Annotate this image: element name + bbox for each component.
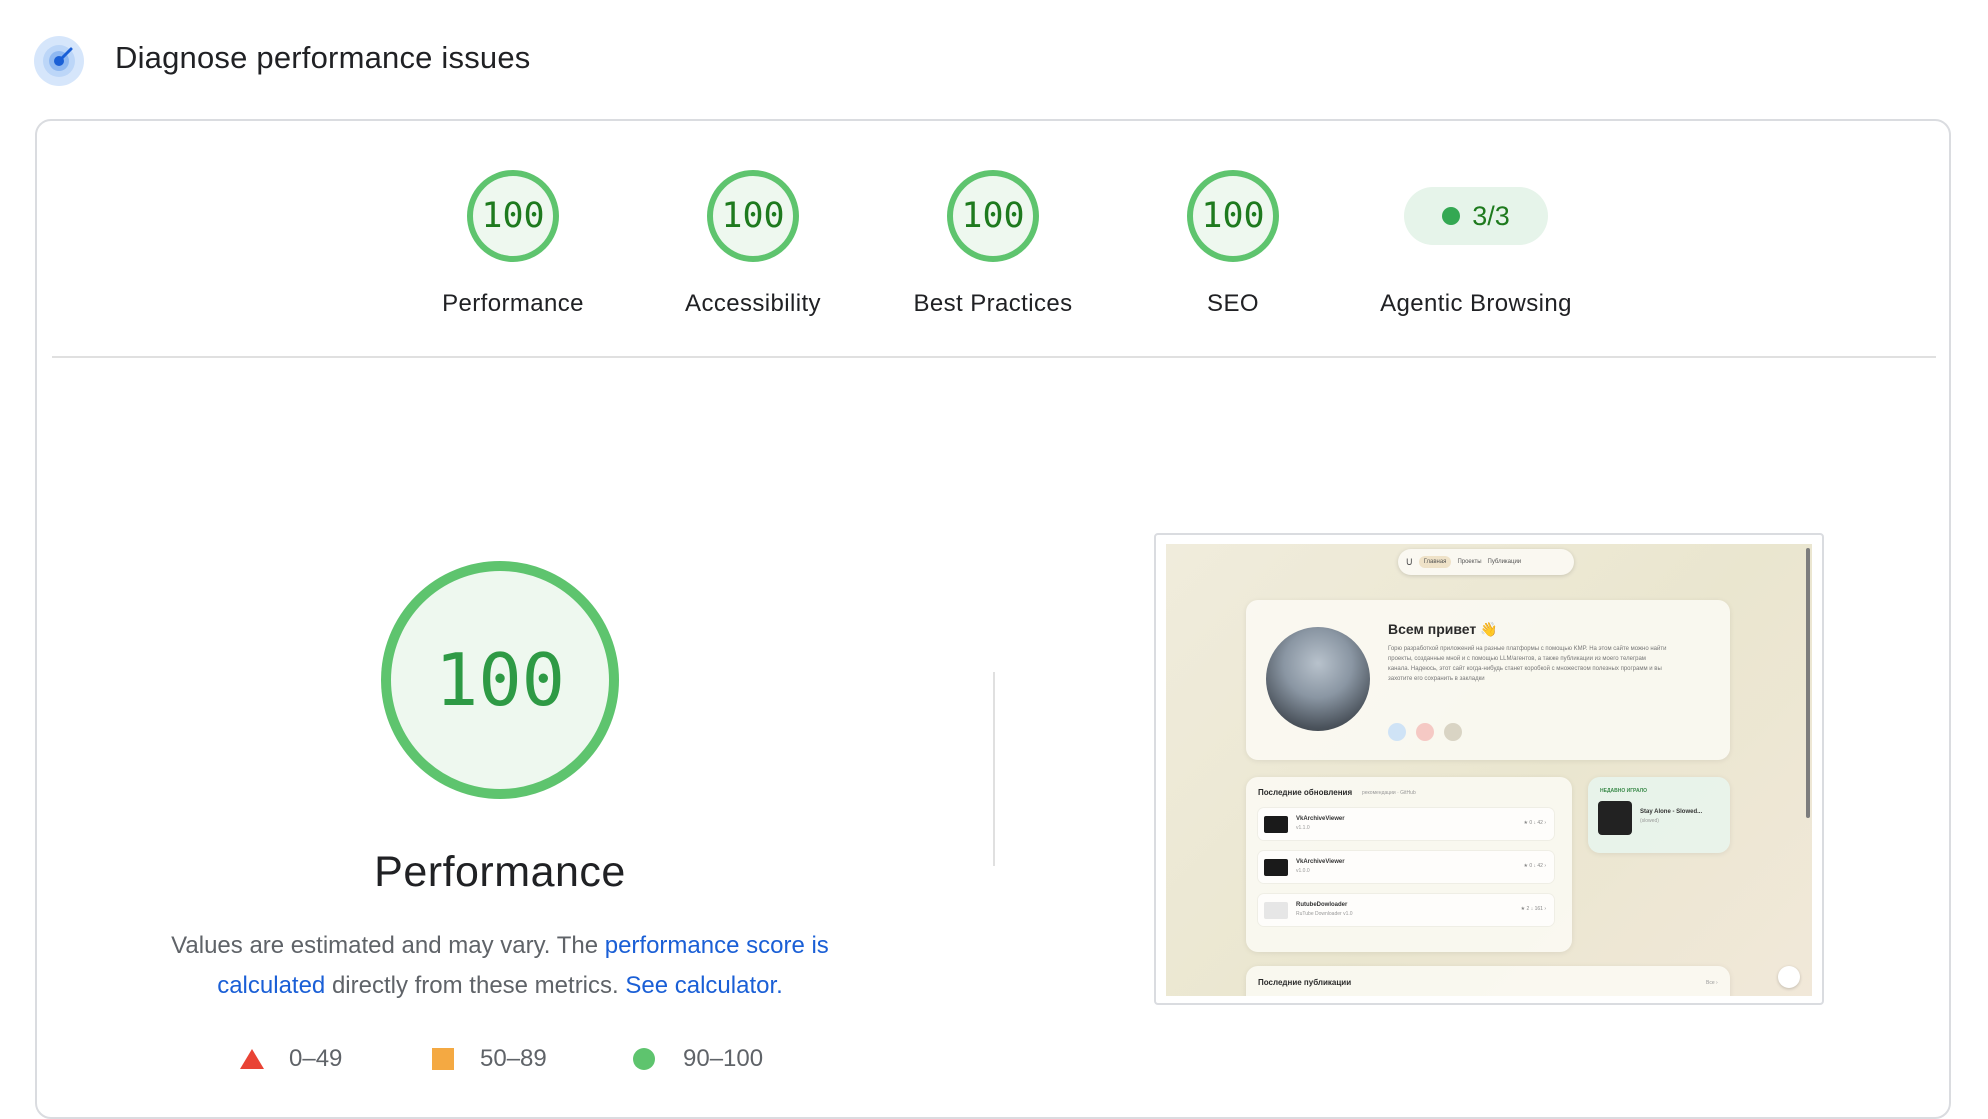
- nav-item: Главная: [1418, 556, 1452, 568]
- theme-toggle-icon: [1778, 966, 1800, 988]
- nav-item: Публикации: [1487, 559, 1522, 565]
- legend-range: 0–49: [289, 1045, 343, 1072]
- vertical-divider: [993, 672, 995, 866]
- legend-range: 90–100: [683, 1045, 764, 1072]
- played-artist: (slowed): [1640, 818, 1659, 824]
- gauge-label: Accessibility: [685, 290, 821, 317]
- screenshot-nav: ᑌ Главная Проекты Публикации: [1398, 549, 1574, 575]
- desc-text: Values are estimated and may vary. The: [171, 932, 605, 959]
- gauge-label: Best Practices: [913, 290, 1073, 317]
- item-meta: ★ 0 ↓ 42 ›: [1523, 863, 1546, 869]
- lighthouse-icon: [34, 36, 84, 86]
- logo-icon: ᑌ: [1406, 556, 1413, 567]
- gauge-label: SEO: [1207, 290, 1259, 317]
- legend-average: 50–89: [431, 1044, 547, 1074]
- pass-dot-icon: [1442, 207, 1461, 225]
- page-title: Diagnose performance issues: [115, 40, 531, 75]
- item-version: RuTube Downloader v1.0: [1296, 911, 1353, 917]
- publications-title: Последние публикации: [1258, 978, 1352, 987]
- desc-text: directly from these metrics.: [325, 972, 626, 999]
- app-thumbnail: [1264, 902, 1288, 919]
- triangle-icon: [240, 1049, 264, 1069]
- screenshot-image: ᑌ Главная Проекты Публикации Всем привет…: [1166, 544, 1812, 996]
- album-cover: [1598, 801, 1632, 835]
- gauge-score: 100: [481, 196, 545, 236]
- hello-title: Всем привет 👋: [1388, 621, 1498, 637]
- updates-sub: рекомендации · GitHub: [1362, 790, 1416, 796]
- see-calculator-link[interactable]: See calculator.: [625, 972, 782, 999]
- github-icon: [1444, 723, 1462, 741]
- gauge-best-practices[interactable]: 100: [945, 168, 1041, 264]
- agentic-browsing-badge[interactable]: 3/3: [1404, 187, 1548, 245]
- played-title: НЕДАВНО ИГРАЛО: [1600, 788, 1648, 794]
- legend-fail: 0–49: [239, 1044, 342, 1074]
- square-icon: [432, 1048, 454, 1070]
- app-thumbnail: [1264, 859, 1288, 876]
- item-meta: ★ 0 ↓ 42 ›: [1523, 820, 1546, 826]
- item-name: RutubeDowloader: [1296, 902, 1348, 908]
- legend-range: 50–89: [480, 1045, 547, 1072]
- performance-main-gauge: 100: [378, 558, 622, 802]
- publications-more: Все ›: [1706, 980, 1718, 986]
- legend-pass: 90–100: [632, 1044, 763, 1074]
- gauge-score: 100: [721, 196, 785, 236]
- item-name: VkArchiveViewer: [1296, 859, 1345, 865]
- hello-text: Горю разработкой приложений на разные пл…: [1388, 646, 1667, 682]
- avatar: [1266, 627, 1370, 731]
- updates-title: Последние обновления: [1258, 788, 1353, 797]
- divider: [52, 356, 1936, 358]
- list-item: VkArchiveViewer v1.0.0 ★ 0 ↓ 42 ›: [1258, 851, 1554, 883]
- gauge-score: 100: [961, 196, 1025, 236]
- nav-item: Проекты: [1457, 559, 1482, 565]
- youtube-icon: [1416, 723, 1434, 741]
- gauge-label: Performance: [442, 290, 584, 317]
- list-item: RutubeDowloader RuTube Downloader v1.0 ★…: [1258, 894, 1554, 926]
- item-version: v1.0.0: [1296, 868, 1310, 874]
- gauge-seo[interactable]: 100: [1185, 168, 1281, 264]
- gauge-performance[interactable]: 100: [465, 168, 561, 264]
- scrollbar: [1806, 548, 1810, 818]
- gauge-score: 100: [1201, 196, 1265, 236]
- main-score: 100: [434, 638, 566, 722]
- telegram-icon: [1388, 723, 1406, 741]
- gauge-accessibility[interactable]: 100: [705, 168, 801, 264]
- main-category-title: Performance: [374, 848, 626, 896]
- app-thumbnail: [1264, 816, 1288, 833]
- played-track: Stay Alone - Slowed...: [1640, 809, 1703, 815]
- item-name: VkArchiveViewer: [1296, 816, 1345, 822]
- final-screenshot[interactable]: ᑌ Главная Проекты Публикации Всем привет…: [1154, 533, 1824, 1005]
- score-description: Values are estimated and may vary. The p…: [140, 926, 860, 1006]
- item-version: v1.1.0: [1296, 825, 1310, 831]
- item-meta: ★ 2 ↓ 161 ›: [1520, 906, 1546, 912]
- gauge-label: Agentic Browsing: [1380, 290, 1572, 317]
- circle-icon: [633, 1048, 655, 1070]
- list-item: VkArchiveViewer v1.1.0 ★ 0 ↓ 42 ›: [1258, 808, 1554, 840]
- agentic-score: 3/3: [1472, 200, 1510, 231]
